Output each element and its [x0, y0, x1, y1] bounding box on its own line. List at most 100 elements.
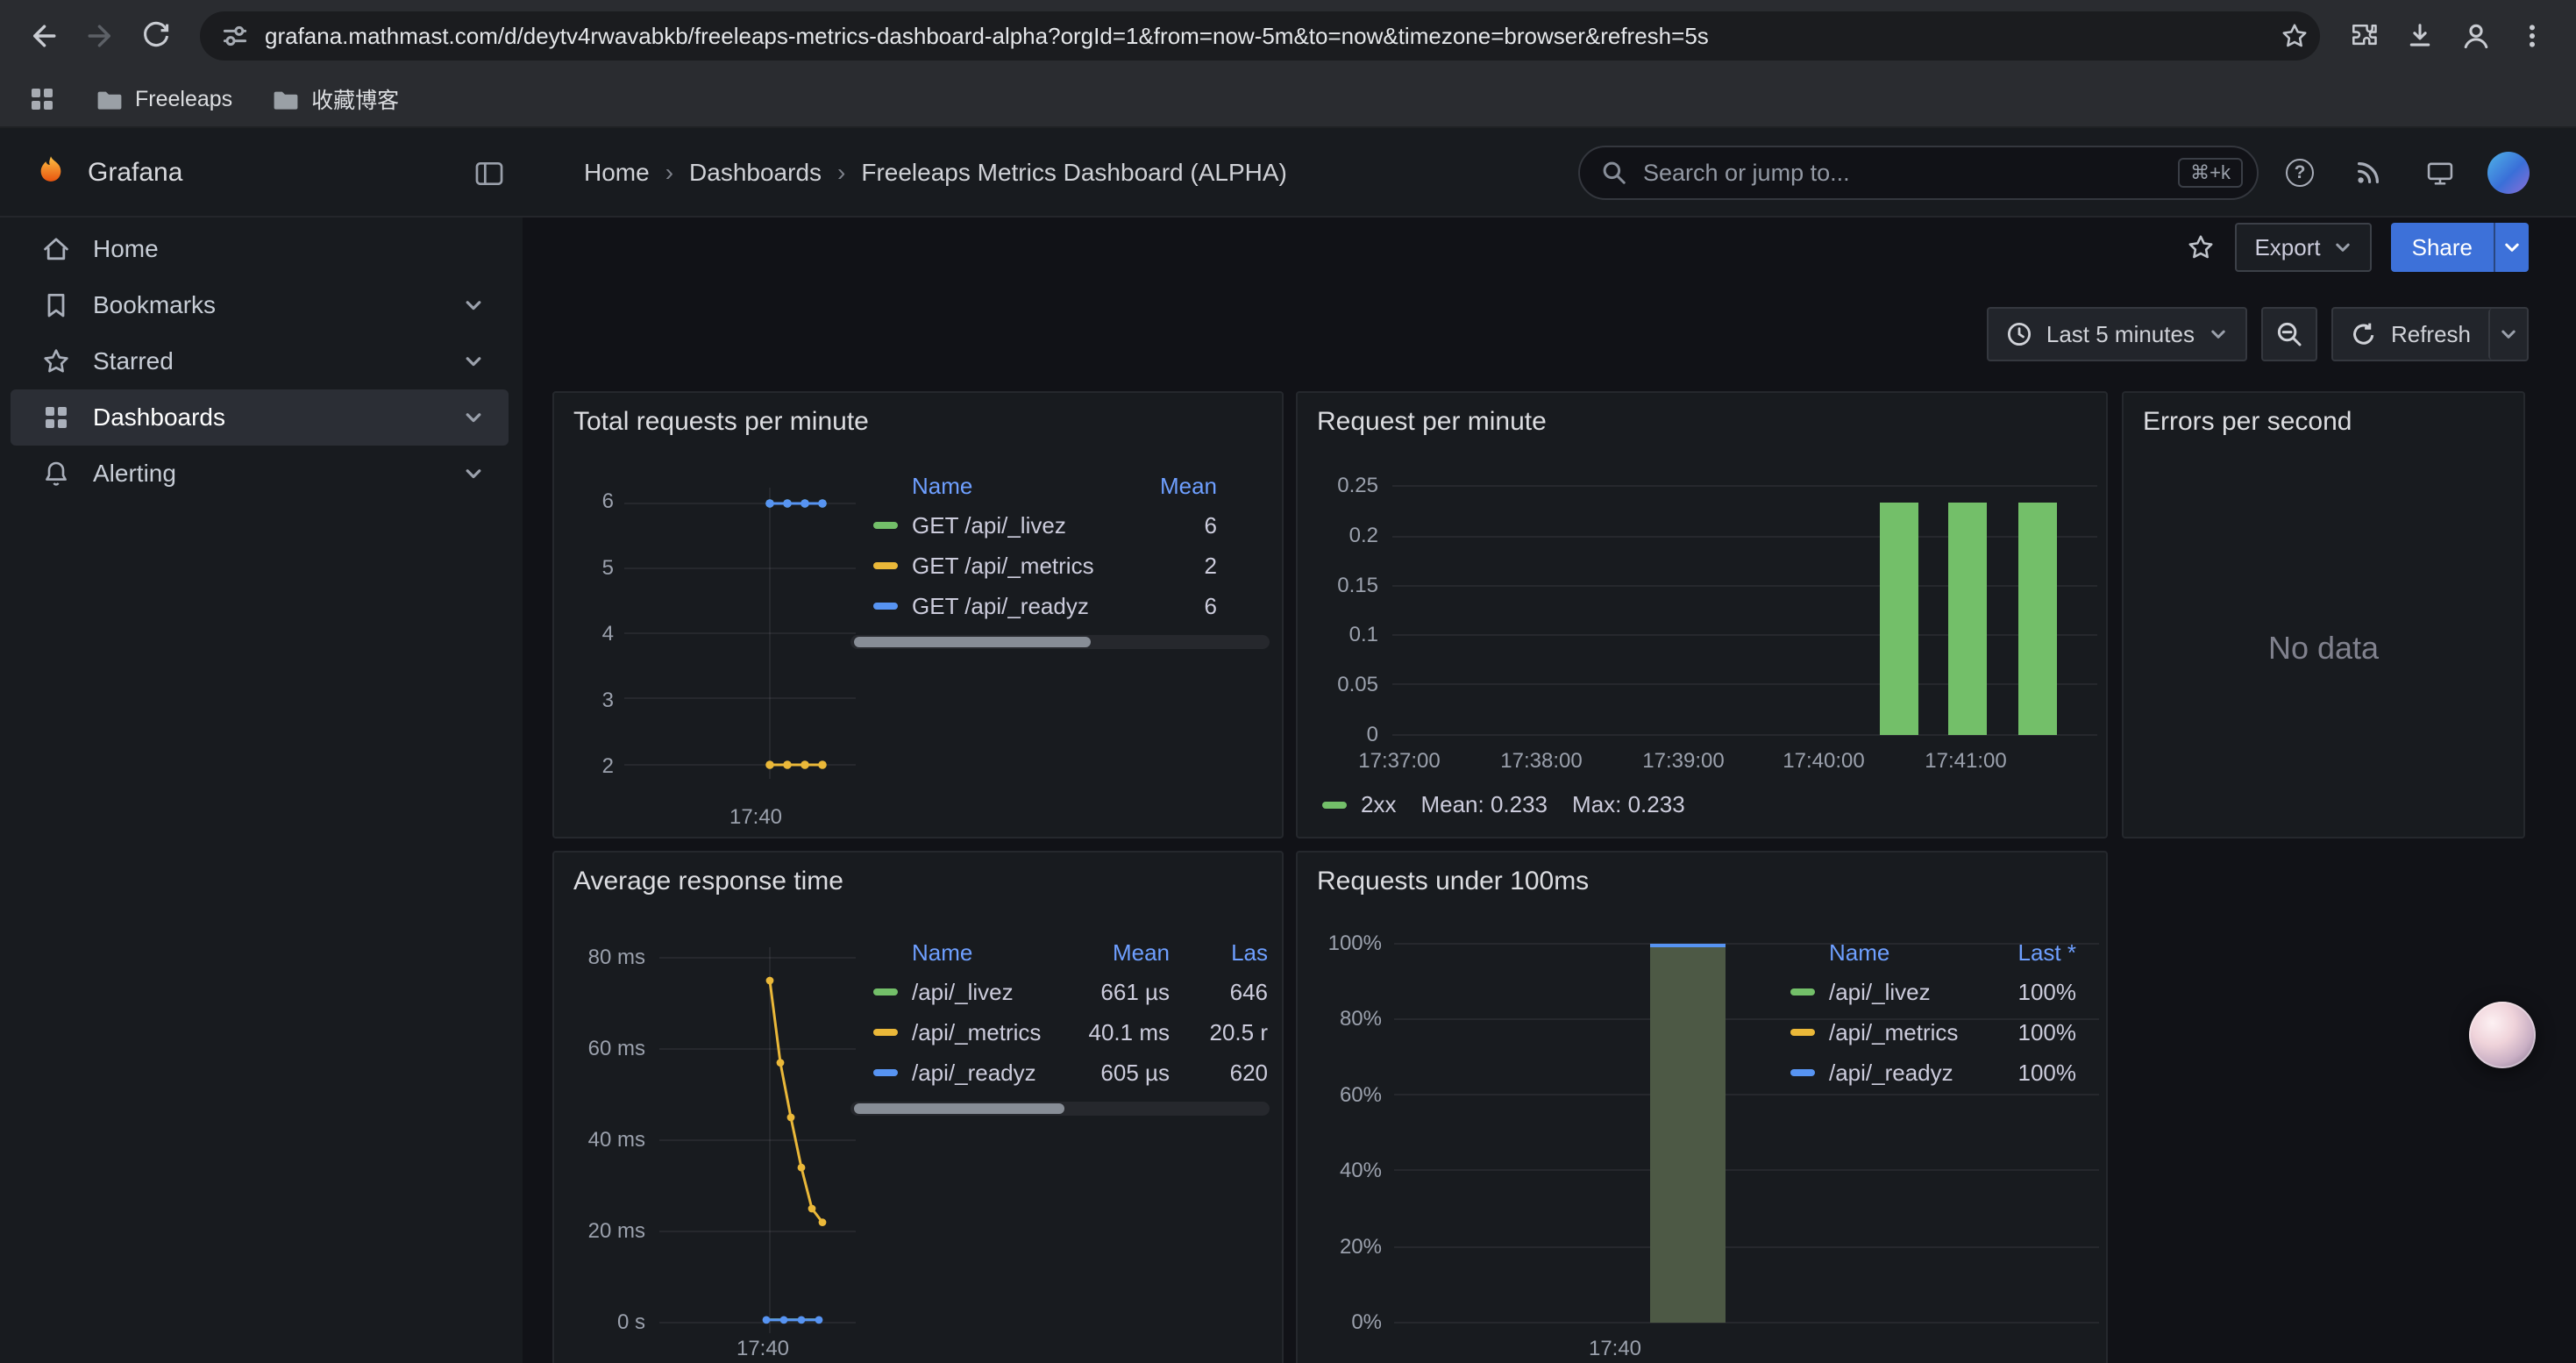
- site-info-icon[interactable]: [221, 22, 249, 50]
- x-axis-label: 17:40: [686, 805, 826, 830]
- floating-avatar[interactable]: [2469, 1002, 2536, 1068]
- series-value: 100%: [1975, 979, 2076, 1006]
- panel-requests-under-100ms: Requests under 100ms 100%80%60%40%20%0% …: [1296, 851, 2108, 1363]
- sidebar-item-dashboards[interactable]: Dashboards: [11, 389, 509, 446]
- scrollbar-thumb[interactable]: [854, 637, 1091, 647]
- extensions-icon[interactable]: [2338, 10, 2390, 62]
- series-value: 20.5 r: [1170, 1019, 1268, 1046]
- sidebar-item-bookmarks[interactable]: Bookmarks: [11, 277, 509, 333]
- legend-table: NameMeanLas/api/_livez661 µs646/api/_met…: [873, 933, 1268, 1093]
- series-name[interactable]: /api/_metrics: [1829, 1019, 1958, 1046]
- y-tick-label: 80%: [1312, 1007, 1382, 1031]
- chevron-down-icon: [2333, 238, 2352, 257]
- x-tick-label: 17:38:00: [1482, 749, 1601, 774]
- sidebar-toggle-button[interactable]: [466, 151, 512, 196]
- panel-title[interactable]: Errors per second: [2143, 407, 2352, 437]
- brand[interactable]: Grafana: [32, 128, 182, 218]
- chevron-down-icon[interactable]: [463, 351, 484, 372]
- legend-column-header[interactable]: Mean: [1112, 473, 1217, 500]
- legend-column-header[interactable]: Name: [873, 939, 1064, 967]
- x-axis-label: 17:40: [693, 1337, 833, 1361]
- series-color-dash: [1790, 1029, 1815, 1036]
- refresh-button[interactable]: Refresh: [2333, 309, 2488, 360]
- legend-column-header[interactable]: Last *: [1975, 939, 2076, 967]
- apps-grid-icon[interactable]: [28, 85, 56, 113]
- refresh-split-button: Refresh: [2331, 307, 2529, 361]
- series-name[interactable]: /api/_metrics: [912, 1019, 1041, 1046]
- series-name[interactable]: 2xx: [1361, 791, 1396, 818]
- legend-scrollbar[interactable]: [850, 1102, 1270, 1116]
- breadcrumb-home[interactable]: Home: [584, 159, 650, 187]
- y-tick-label: 2: [565, 754, 614, 779]
- x-tick-label: 17:37:00: [1340, 749, 1459, 774]
- series-name[interactable]: GET /api/_livez: [912, 512, 1066, 539]
- bookmark-folder-blogs[interactable]: 收藏博客: [271, 83, 399, 115]
- export-button[interactable]: Export: [2235, 223, 2371, 272]
- refresh-icon: [2351, 321, 2377, 347]
- url-text: grafana.mathmast.com/d/deytv4rwavabkb/fr…: [265, 23, 2264, 50]
- sidebar-item-label: Dashboards: [93, 403, 225, 432]
- y-axis: 100%80%60%40%20%0%: [1312, 931, 1382, 1335]
- back-button[interactable]: [18, 10, 70, 62]
- y-tick-label: 5: [565, 556, 614, 581]
- legend-column-header[interactable]: Name: [873, 473, 1112, 500]
- scrollbar-thumb[interactable]: [854, 1103, 1064, 1114]
- forward-button[interactable]: [74, 10, 126, 62]
- legend-column-header[interactable]: Name: [1790, 939, 1975, 967]
- y-tick-label: 6: [565, 489, 614, 514]
- refresh-interval-dropdown[interactable]: [2488, 309, 2527, 360]
- series-name[interactable]: GET /api/_readyz: [912, 593, 1089, 620]
- news-rss-icon[interactable]: [2346, 151, 2390, 195]
- sidebar-item-label: Bookmarks: [93, 291, 216, 319]
- series-value: 605 µs: [1064, 1060, 1170, 1087]
- legend-row: /api/_livez661 µs646: [873, 972, 1268, 1012]
- series-name[interactable]: /api/_livez: [912, 979, 1014, 1006]
- legend-column-header[interactable]: Mean: [1064, 939, 1170, 967]
- series-color-dash: [873, 1069, 898, 1076]
- time-range-picker[interactable]: Last 5 minutes: [1987, 307, 2247, 361]
- menu-icon[interactable]: [2506, 10, 2558, 62]
- user-avatar[interactable]: [2487, 151, 2530, 195]
- panel-title[interactable]: Total requests per minute: [573, 407, 869, 437]
- breadcrumb-dashboards[interactable]: Dashboards: [689, 159, 822, 187]
- chevron-down-icon[interactable]: [463, 407, 484, 428]
- legend-table: NameLast */api/_livez100%/api/_metrics10…: [1790, 933, 2076, 1093]
- brand-name: Grafana: [88, 158, 182, 188]
- series-name[interactable]: GET /api/_metrics: [912, 553, 1094, 580]
- series-name[interactable]: /api/_livez: [1829, 979, 1931, 1006]
- series-name[interactable]: /api/_readyz: [1829, 1060, 1953, 1087]
- legend-mean: Mean: 0.233: [1420, 791, 1548, 818]
- url-bar[interactable]: grafana.mathmast.com/d/deytv4rwavabkb/fr…: [200, 11, 2320, 61]
- zoom-out-icon: [2275, 320, 2303, 348]
- help-icon[interactable]: ?: [2278, 151, 2322, 195]
- chevron-down-icon[interactable]: [463, 463, 484, 484]
- search-input[interactable]: Search or jump to... ⌘+k: [1578, 146, 2259, 200]
- legend-row: GET /api/_livez6: [873, 505, 1217, 546]
- share-button[interactable]: Share: [2391, 223, 2494, 272]
- downloads-icon[interactable]: [2394, 10, 2446, 62]
- y-tick-label: 20%: [1312, 1235, 1382, 1260]
- sidebar-item-home[interactable]: Home: [11, 221, 509, 277]
- legend-column-header[interactable]: Las: [1170, 939, 1268, 967]
- series-color-dash: [873, 562, 898, 569]
- series-value: 2: [1112, 553, 1217, 580]
- series-name[interactable]: /api/_readyz: [912, 1060, 1036, 1087]
- chevron-down-icon[interactable]: [463, 295, 484, 316]
- legend-scrollbar[interactable]: [850, 635, 1270, 649]
- panel-average-response-time: Average response time 80 ms60 ms40 ms20 …: [552, 851, 1284, 1363]
- sidebar-item-label: Alerting: [93, 460, 176, 488]
- sidebar-item-starred[interactable]: Starred: [11, 333, 509, 389]
- share-dropdown-button[interactable]: [2494, 223, 2529, 272]
- panel-title[interactable]: Average response time: [573, 867, 843, 896]
- profile-icon[interactable]: [2450, 10, 2502, 62]
- zoom-out-button[interactable]: [2261, 307, 2317, 361]
- series-color-dash: [873, 988, 898, 995]
- browser-toolbar: grafana.mathmast.com/d/deytv4rwavabkb/fr…: [0, 0, 2576, 72]
- bookmark-star-icon[interactable]: [2280, 21, 2309, 51]
- sidebar-item-alerting[interactable]: Alerting: [11, 446, 509, 502]
- panel-title[interactable]: Requests under 100ms: [1317, 867, 1589, 896]
- bookmark-folder-freeleaps[interactable]: Freeleaps: [95, 85, 232, 113]
- favorite-star-icon[interactable]: [2186, 232, 2216, 262]
- display-icon[interactable]: [2418, 151, 2462, 195]
- reload-button[interactable]: [130, 10, 182, 62]
